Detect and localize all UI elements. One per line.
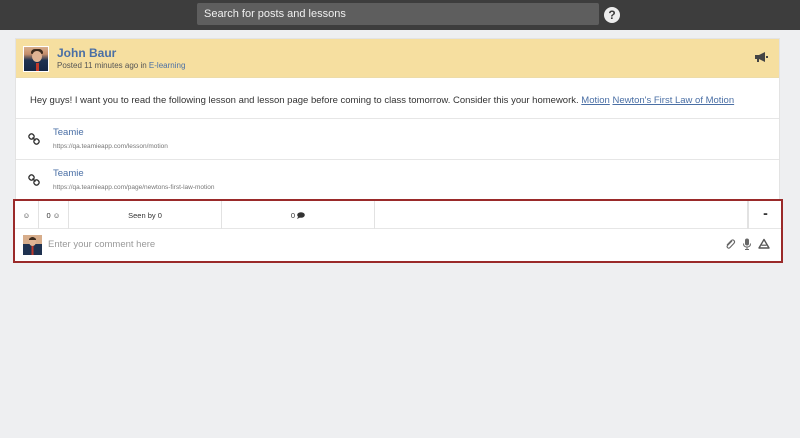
link-icon bbox=[28, 174, 40, 186]
megaphone-icon[interactable] bbox=[754, 51, 768, 63]
post-header: John Baur Posted 11 minutes ago in E-lea… bbox=[16, 39, 779, 78]
comment-count[interactable]: 0 bbox=[222, 201, 375, 229]
author-avatar[interactable] bbox=[23, 46, 49, 72]
paperclip-icon[interactable] bbox=[724, 238, 736, 250]
post-actions: ☺ 0 ☺ Seen by 0 0 ••• Enter your comment… bbox=[13, 199, 783, 263]
link-icon bbox=[28, 133, 40, 145]
attachment-url: https://qa.teamieapp.com/lesson/motion bbox=[53, 143, 168, 150]
action-spacer bbox=[375, 201, 748, 229]
post-body: Hey guys! I want you to read the followi… bbox=[30, 95, 734, 106]
attachment-title[interactable]: Teamie bbox=[53, 168, 84, 179]
attachment-title[interactable]: Teamie bbox=[53, 127, 84, 138]
google-drive-icon[interactable] bbox=[758, 238, 770, 250]
category-link[interactable]: E-learning bbox=[149, 61, 185, 70]
attachment-link-2[interactable]: Teamie https://qa.teamieapp.com/page/new… bbox=[16, 159, 779, 200]
top-bar: Search for posts and lessons ? bbox=[0, 0, 800, 30]
more-options-button[interactable]: ••• bbox=[748, 201, 781, 229]
post-body-text: Hey guys! I want you to read the followi… bbox=[30, 95, 579, 106]
author-name[interactable]: John Baur bbox=[57, 46, 116, 60]
reaction-button[interactable]: ☺ bbox=[15, 201, 39, 229]
comment-input[interactable]: Enter your comment here bbox=[48, 239, 155, 250]
help-icon[interactable]: ? bbox=[604, 7, 620, 23]
comment-icon bbox=[297, 211, 305, 219]
comment-count-value: 0 bbox=[290, 210, 296, 220]
attachment-link-1[interactable]: Teamie https://qa.teamieapp.com/lesson/m… bbox=[16, 118, 779, 159]
post-meta: Posted 11 minutes ago in E-learning bbox=[57, 61, 185, 70]
user-avatar bbox=[23, 235, 42, 255]
microphone-icon[interactable] bbox=[741, 238, 753, 250]
search-placeholder: Search for posts and lessons bbox=[204, 8, 346, 20]
motion-link[interactable]: Motion bbox=[581, 95, 610, 106]
search-input[interactable]: Search for posts and lessons bbox=[197, 3, 599, 25]
comment-row: Enter your comment here bbox=[15, 230, 781, 261]
seen-by[interactable]: Seen by 0 bbox=[69, 201, 222, 229]
action-bar: ☺ 0 ☺ Seen by 0 0 ••• bbox=[15, 201, 781, 229]
attachment-url: https://qa.teamieapp.com/page/newtons-fi… bbox=[53, 184, 215, 191]
newtons-law-link[interactable]: Newton's First Law of Motion bbox=[612, 95, 734, 106]
posted-label: Posted 11 minutes ago in bbox=[57, 61, 149, 70]
reaction-count[interactable]: 0 ☺ bbox=[39, 201, 69, 229]
